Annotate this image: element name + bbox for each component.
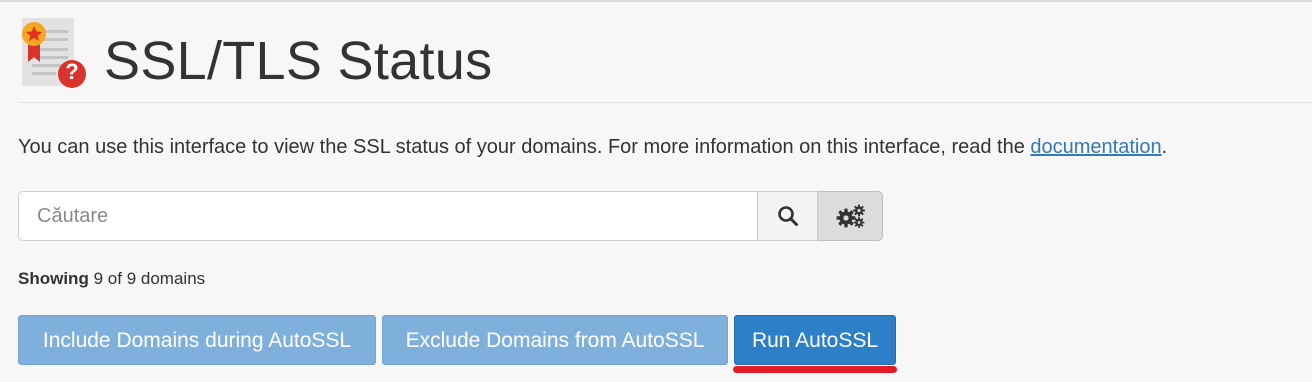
page-description: You can use this interface to view the S… (18, 134, 1167, 160)
header-divider (18, 102, 1312, 103)
page-title: SSL/TLS Status (104, 31, 493, 91)
highlight-underline (733, 366, 897, 373)
summary-shown: 9 (93, 269, 104, 288)
search-input[interactable] (18, 191, 758, 241)
summary-of: of (107, 269, 122, 288)
documentation-link[interactable]: documentation (1030, 136, 1161, 158)
top-border (0, 0, 1312, 2)
run-autossl-button[interactable]: Run AutoSSL (734, 315, 896, 365)
search-button[interactable] (758, 191, 818, 241)
question-badge: ? (65, 59, 79, 84)
include-domains-button[interactable]: Include Domains during AutoSSL (18, 315, 376, 365)
exclude-domains-button[interactable]: Exclude Domains from AutoSSL (382, 315, 728, 365)
results-summary: Showing 9 of 9 domains (18, 268, 205, 290)
summary-unit: domains (140, 269, 206, 288)
description-suffix: . (1161, 136, 1168, 158)
gears-icon (836, 204, 865, 228)
summary-label: Showing (18, 269, 89, 288)
summary-total: 9 (126, 269, 137, 288)
page-header: ? SSL/TLS Status (18, 14, 1312, 94)
search-icon (777, 206, 798, 226)
search-settings-button[interactable] (818, 191, 883, 241)
description-text: You can use this interface to view the S… (18, 136, 1031, 158)
search-group (18, 191, 883, 241)
